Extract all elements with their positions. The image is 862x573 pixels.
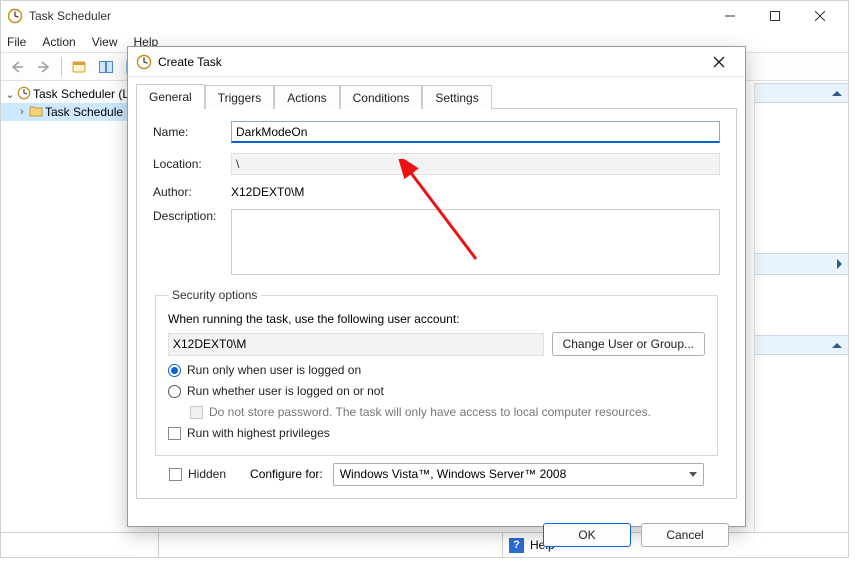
name-input[interactable]: [231, 121, 720, 143]
minimize-button[interactable]: [707, 2, 752, 30]
name-label: Name:: [153, 125, 231, 139]
tree-root-label: Task Scheduler (L: [33, 87, 129, 101]
hidden-label: Hidden: [188, 467, 226, 481]
create-task-dialog: Create Task General Triggers Actions Con…: [127, 46, 746, 527]
tab-settings[interactable]: Settings: [422, 85, 491, 109]
tab-conditions[interactable]: Conditions: [340, 85, 423, 109]
close-button[interactable]: [797, 2, 842, 30]
security-options-group: Security options When running the task, …: [155, 288, 718, 456]
accordion-header-2[interactable]: [755, 253, 848, 275]
tab-triggers[interactable]: Triggers: [205, 85, 275, 109]
folder-icon: [29, 105, 43, 120]
window-title: Task Scheduler: [29, 9, 707, 23]
configure-for-label: Configure for:: [250, 467, 323, 481]
configure-for-value: Windows Vista™, Windows Server™ 2008: [340, 467, 567, 481]
forward-button[interactable]: [32, 56, 56, 78]
radio-row-whether[interactable]: Run whether user is logged on or not: [168, 384, 705, 398]
accordion-header-3[interactable]: [755, 335, 848, 355]
maximize-button[interactable]: [752, 2, 797, 30]
change-user-button[interactable]: Change User or Group...: [552, 332, 705, 356]
hidden-row[interactable]: Hidden: [169, 467, 226, 481]
menu-action[interactable]: Action: [42, 35, 75, 49]
author-label: Author:: [153, 185, 231, 199]
menu-view[interactable]: View: [92, 35, 118, 49]
tab-strip: General Triggers Actions Conditions Sett…: [128, 77, 745, 108]
description-label: Description:: [153, 209, 231, 223]
tab-actions[interactable]: Actions: [274, 85, 339, 109]
dialog-title: Create Task: [158, 55, 222, 69]
dialog-footer: OK Cancel: [128, 507, 745, 557]
configure-for-select[interactable]: Windows Vista™, Windows Server™ 2008: [333, 463, 704, 486]
author-value: X12DEXT0\M: [231, 185, 304, 199]
dont-store-pw-label: Do not store password. The task will onl…: [209, 405, 651, 419]
tree-expand-icon[interactable]: ›: [17, 106, 27, 118]
radio-whether-label: Run whether user is logged on or not: [187, 384, 384, 398]
account-field: X12DEXT0\M: [168, 333, 544, 356]
tab-general[interactable]: General: [136, 84, 205, 109]
toolbar-separator: [61, 57, 62, 77]
title-bar: Task Scheduler: [1, 1, 848, 31]
toolbar-button-2[interactable]: [94, 56, 118, 78]
security-legend: Security options: [168, 288, 261, 302]
radio-logged-on[interactable]: [168, 364, 181, 377]
security-prompt: When running the task, use the following…: [168, 312, 705, 326]
tree-library-label: Task Schedule: [45, 105, 123, 119]
chevron-down-icon: [689, 472, 697, 477]
radio-row-logged-on[interactable]: Run only when user is logged on: [168, 363, 705, 377]
task-scheduler-icon: [7, 8, 23, 24]
task-scheduler-icon: [136, 54, 152, 70]
location-field: \: [231, 153, 720, 175]
checkbox-dont-store-pw: [190, 406, 203, 419]
tree-collapse-icon[interactable]: ⌄: [5, 88, 15, 101]
ok-button[interactable]: OK: [543, 523, 631, 547]
create-basic-task-icon[interactable]: [67, 56, 91, 78]
accordion-header-1[interactable]: [755, 83, 848, 103]
actions-pane: [754, 83, 848, 557]
description-input[interactable]: [231, 209, 720, 275]
radio-logged-on-label: Run only when user is logged on: [187, 363, 361, 377]
menu-file[interactable]: File: [7, 35, 26, 49]
checkbox-hidden[interactable]: [169, 468, 182, 481]
checkbox-highest-priv[interactable]: [168, 427, 181, 440]
highest-priv-row[interactable]: Run with highest privileges: [168, 426, 705, 440]
cancel-button[interactable]: Cancel: [641, 523, 729, 547]
back-button[interactable]: [5, 56, 29, 78]
dialog-title-bar: Create Task: [128, 47, 745, 77]
radio-whether[interactable]: [168, 385, 181, 398]
tab-content-general: Name: Location: \ Author: X12DEXT0\M Des…: [136, 108, 737, 499]
dialog-close-button[interactable]: [701, 50, 737, 74]
dont-store-pw-row: Do not store password. The task will onl…: [190, 405, 705, 419]
highest-priv-label: Run with highest privileges: [187, 426, 330, 440]
task-scheduler-icon: [17, 86, 31, 103]
location-label: Location:: [153, 157, 231, 171]
